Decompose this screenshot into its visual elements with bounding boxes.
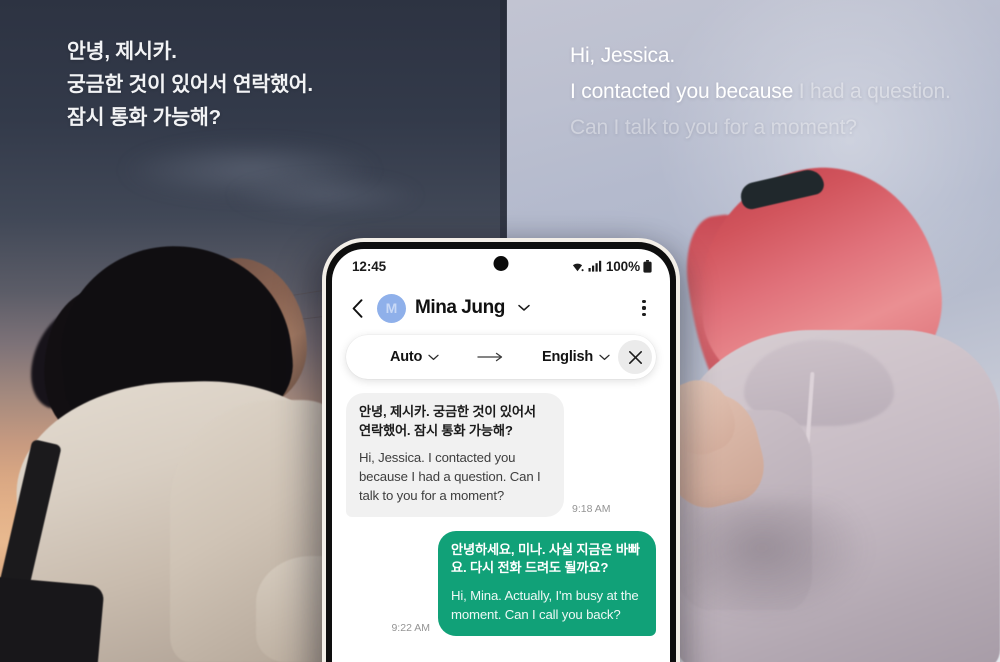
battery-percentage: 100% [605, 258, 640, 274]
back-chevron-icon [352, 298, 362, 318]
target-language-label: English [542, 349, 593, 365]
conversation-header: M Mina Jung [332, 283, 670, 333]
korean-caption-line-1: 안녕, 제시카. [67, 40, 177, 63]
status-indicators: 100% [570, 259, 652, 274]
chevron-down-icon [518, 304, 530, 311]
english-caption-line-2: I contacted you because I had a question… [570, 76, 951, 108]
phone-device: 12:45 100% M Mina Jung Auto English 안녕, … [322, 238, 680, 662]
promo-stage: 안녕, 제시카. 궁금한 것이 있어서 연락했어. 잠시 통화 가능해? Hi,… [0, 0, 1000, 662]
avatar-initial: M [385, 300, 398, 316]
avatar[interactable]: M [377, 293, 406, 323]
kebab-dot [642, 313, 646, 317]
english-caption-line-3-pending: Can I talk to you for a moment? [570, 115, 857, 139]
fold-shadow [690, 500, 870, 620]
phone-bezel: 12:45 100% M Mina Jung Auto English 안녕, … [326, 242, 676, 662]
message-row-outgoing: 9:22 AM 안녕하세요, 미나. 사실 지금은 바빠요. 다시 전화 드려도… [346, 530, 656, 636]
english-caption-line-1-text: Hi, Jessica. [570, 44, 675, 67]
message-original-text: 안녕하세요, 미나. 사실 지금은 바빠요. 다시 전화 드려도 될까요? [451, 541, 640, 576]
message-translated-text: Hi, Jessica. I contacted you because I h… [359, 450, 541, 503]
back-button[interactable] [346, 297, 368, 319]
target-language-selector[interactable]: English [542, 349, 610, 365]
korean-caption-line-3: 잠시 통화 가능해? [67, 106, 221, 130]
message-bubble-outgoing[interactable]: 안녕하세요, 미나. 사실 지금은 바빠요. 다시 전화 드려도 될까요? Hi… [438, 530, 656, 636]
english-caption-line-3: Can I talk to you for a moment? [570, 112, 951, 144]
cloud-shape [230, 175, 420, 215]
signal-bars-icon [588, 260, 602, 272]
chevron-down-icon [599, 354, 610, 360]
english-caption-line-2-revealed: I contacted you because [570, 79, 794, 103]
message-list: 안녕, 제시카. 궁금한 것이 있어서 연락했어. 잠시 통화 가능해? Hi,… [332, 379, 670, 636]
status-time: 12:45 [352, 258, 387, 274]
message-timestamp: 9:18 AM [572, 502, 611, 515]
translation-direction [439, 352, 542, 362]
source-language-selector[interactable]: Auto [390, 349, 439, 365]
source-language-label: Auto [390, 349, 423, 365]
overflow-menu-button[interactable] [634, 297, 654, 319]
battery-full-icon [643, 259, 652, 273]
message-timestamp: 9:22 AM [391, 621, 430, 634]
live-translate-bar: Auto English [346, 335, 656, 379]
message-row-incoming: 안녕, 제시카. 궁금한 것이 있어서 연락했어. 잠시 통화 가능해? Hi,… [346, 393, 656, 517]
front-camera-punch-hole-icon [493, 256, 509, 271]
status-bar: 12:45 100% [332, 249, 670, 283]
english-caption-line-1: Hi, Jessica. [570, 40, 951, 72]
arrow-right-icon [476, 352, 502, 362]
wifi-icon [572, 263, 584, 271]
close-x-icon [628, 350, 642, 364]
contact-dropdown-button[interactable] [518, 304, 530, 312]
message-translated-text: Hi, Mina. Actually, I'm busy at the mome… [451, 588, 639, 622]
korean-caption: 안녕, 제시카. 궁금한 것이 있어서 연락했어. 잠시 통화 가능해? [67, 36, 313, 135]
chevron-down-icon [428, 354, 439, 360]
korean-caption-line-2: 궁금한 것이 있어서 연락했어. [67, 73, 313, 97]
english-caption: Hi, Jessica. I contacted you because I h… [570, 40, 951, 148]
message-original-text: 안녕, 제시카. 궁금한 것이 있어서 연락했어. 잠시 통화 가능해? [359, 404, 536, 438]
english-caption-line-2-pending: I had a question. [793, 79, 951, 103]
contact-name[interactable]: Mina Jung [415, 297, 505, 319]
message-bubble-incoming[interactable]: 안녕, 제시카. 궁금한 것이 있어서 연락했어. 잠시 통화 가능해? Hi,… [346, 393, 564, 517]
kebab-dot [642, 299, 646, 303]
kebab-dot [642, 306, 646, 310]
phone-screen: 12:45 100% M Mina Jung Auto English 안녕, … [332, 249, 670, 662]
close-translate-button[interactable] [618, 340, 652, 374]
left-person-bag [0, 574, 105, 662]
